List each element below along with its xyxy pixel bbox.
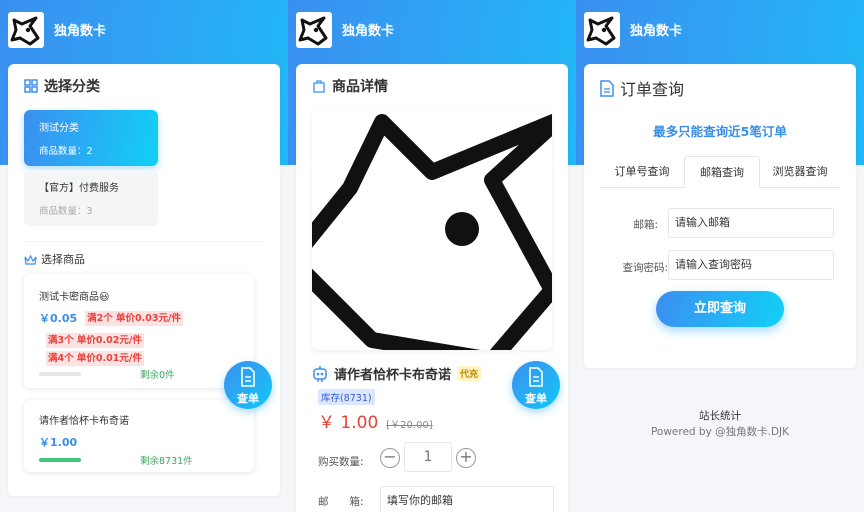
document-icon [241,367,255,387]
quantity-label: 购买数量: [318,456,364,468]
unicorn-logo-icon[interactable] [296,12,332,48]
brand-name[interactable]: 独角数卡 [630,20,682,39]
brand-name[interactable]: 独角数卡 [54,20,106,39]
query-title: 订单查询 [600,76,684,100]
goods-name: 测试卡密商品😃 [39,292,110,303]
goods-card[interactable]: 请作者恰杯卡布奇诺 ￥1.00 剩余8731件 [24,400,254,472]
goods-stock: 剩余0件 [140,370,175,381]
product-image [312,110,552,350]
quantity-plus-button[interactable]: + [456,448,476,468]
category-name: 测试分类 [39,123,79,134]
product-name: 请作者恰杯卡布奇诺 [334,368,452,383]
category-title: 选择分类 [24,76,100,96]
product-price: ￥ 1.00 [318,413,379,433]
type-badge: 代充 [457,366,482,381]
category-count: 商品数量：3 [39,206,93,217]
fab-label: 查单 [525,392,547,405]
email-input[interactable]: 请输入邮箱 [668,208,834,238]
quantity-minus-button[interactable]: − [380,448,400,468]
query-notice: 最多只能查询近5笔订单 [653,124,787,139]
detail-card: 商品详情 请作者恰杯卡布奇诺 代充 库存(8731) ￥ 1.00 [￥20.0… [296,64,568,512]
goods-price: ￥0.05 [39,312,78,325]
order-query-fab[interactable]: 查单 [512,361,560,409]
document-icon [600,79,614,97]
tab-email[interactable]: 邮箱查询 [684,156,760,188]
tab-order-number[interactable]: 订单号查询 [600,156,684,188]
password-input[interactable]: 请输入查询密码 [668,250,834,280]
category-name: 【官方】付费服务 [39,183,119,194]
wholesale-tag: 满2个 单价0.03元/件 [85,310,183,326]
category-card: 选择分类 测试分类 商品数量：2 【官方】付费服务 商品数量：3 选择商品 测试… [8,64,280,496]
email-input[interactable]: 填写你的邮箱 [380,486,554,512]
goods-stock: 剩余8731件 [140,456,193,467]
email-label: 邮箱: [633,219,658,231]
category-panel: 独角数卡 选择分类 测试分类 商品数量：2 【官方】付费服务 商品数量：3 选择… [0,0,288,512]
order-query-fab[interactable]: 查单 [224,361,272,409]
goods-price: ￥1.00 [39,436,78,449]
tab-browser[interactable]: 浏览器查询 [760,156,840,188]
unicorn-logo-icon[interactable] [584,12,620,48]
order-query-card: 订单查询 最多只能查询近5笔订单 订单号查询 邮箱查询 浏览器查询 邮箱: 请输… [584,64,856,368]
document-icon [529,367,543,387]
stock-badge: 库存(8731) [318,389,375,405]
order-query-panel: 独角数卡 订单查询 最多只能查询近5笔订单 订单号查询 邮箱查询 浏览器查询 邮… [576,0,864,512]
stock-bar [39,372,81,376]
grid-icon [24,79,38,93]
goods-card[interactable]: 测试卡密商品😃 ￥0.05 满2个 单价0.03元/件 满3个 单价0.02元/… [24,274,254,388]
goods-name: 请作者恰杯卡布奇诺 [39,416,129,427]
bag-icon [313,80,325,93]
detail-panel: 独角数卡 商品详情 请作者恰杯卡布奇诺 代充 库存(8731) ￥ 1.00 [… [288,0,576,512]
fab-label: 查单 [237,392,259,405]
detail-title: 商品详情 [312,76,388,96]
divider [24,241,264,242]
quantity-input[interactable]: 1 [404,442,452,472]
email-label: 邮 箱: [318,496,364,508]
query-submit-button[interactable]: 立即查询 [656,291,784,327]
wholesale-tag: 满4个 单价0.01元/件 [46,351,144,366]
crown-icon [24,254,37,265]
category-item-official[interactable]: 【官方】付费服务 商品数量：3 [24,170,158,226]
category-item-test[interactable]: 测试分类 商品数量：2 [24,110,158,166]
powered-by: Powered by @独角数卡.DJK [650,426,790,438]
unicorn-logo-icon[interactable] [8,12,44,48]
product-name-row: 请作者恰杯卡布奇诺 代充 [312,364,482,383]
password-label: 查询密码: [622,262,668,274]
category-count: 商品数量：2 [39,146,93,157]
brand-name[interactable]: 独角数卡 [342,20,394,39]
query-tabs: 订单号查询 邮箱查询 浏览器查询 [600,156,840,188]
robot-icon [313,365,327,382]
stats-link[interactable]: 站长统计 [576,408,864,423]
price-row: ￥ 1.00 [￥20.00] [318,408,433,433]
stock-bar [39,458,81,462]
goods-title: 选择商品 [24,251,85,267]
original-price: [￥20.00] [386,420,433,431]
